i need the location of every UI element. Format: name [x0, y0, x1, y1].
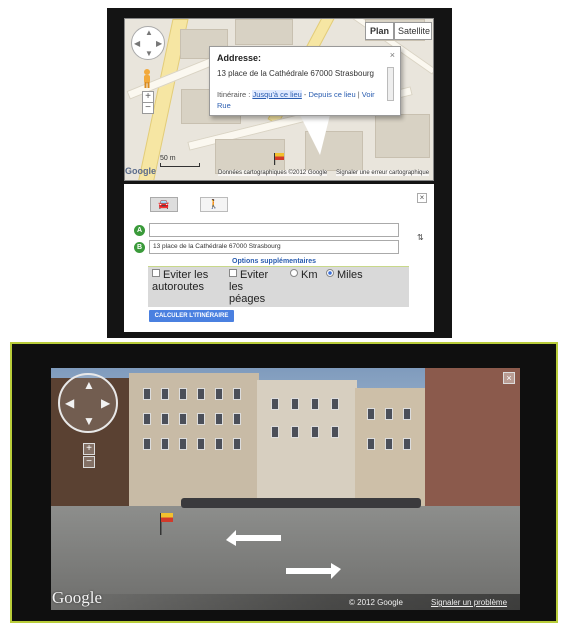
window [385, 408, 393, 420]
swap-waypoints-icon[interactable]: ⇅ [417, 233, 427, 243]
window [161, 413, 169, 425]
link-to-here[interactable]: Jusqu'à ce lieu [252, 90, 302, 99]
unit-km-option[interactable]: Km [290, 269, 318, 281]
close-icon[interactable]: × [390, 50, 395, 60]
map-building [235, 19, 293, 45]
avoid-highways-option[interactable]: Eviter les autoroutes [152, 269, 222, 293]
avoid-highways-checkbox[interactable] [152, 269, 160, 277]
nav-arrow-forward-icon[interactable] [281, 563, 341, 581]
streetview-close-button[interactable]: × [503, 372, 515, 384]
map-building [375, 114, 430, 158]
window [143, 388, 151, 400]
pan-up-icon[interactable]: ▲ [83, 379, 95, 391]
avoid-tolls-checkbox[interactable] [229, 269, 237, 277]
window [143, 413, 151, 425]
directions-close-button[interactable]: × [417, 193, 427, 203]
window [215, 438, 223, 450]
window [403, 408, 411, 420]
unit-km-label: Km [301, 269, 318, 281]
pan-down-icon[interactable]: ▼ [145, 50, 153, 58]
infowindow-pointer [300, 115, 330, 155]
window [215, 388, 223, 400]
flag-marker-icon[interactable] [159, 513, 175, 535]
google-logo: Google [125, 166, 156, 176]
unit-miles-option[interactable]: Miles [326, 269, 363, 281]
unit-miles-radio[interactable] [326, 269, 334, 277]
pan-right-icon[interactable]: ▶ [156, 40, 162, 48]
origin-input[interactable] [149, 223, 399, 237]
window [143, 438, 151, 450]
pan-left-icon[interactable]: ◀ [134, 40, 140, 48]
window [367, 408, 375, 420]
cathedral [425, 368, 520, 528]
window [291, 426, 299, 438]
maptype-satellite-button[interactable]: Satellite [394, 22, 432, 40]
pan-left-icon[interactable]: ◀ [65, 397, 74, 409]
window [161, 388, 169, 400]
marker-a-icon: A [134, 225, 145, 236]
options-link[interactable]: Options supplémentaires [232, 258, 316, 265]
window [311, 398, 319, 410]
window [197, 388, 205, 400]
window [179, 388, 187, 400]
avoid-highways-label: Eviter les autoroutes [152, 269, 209, 293]
pan-up-icon[interactable]: ▲ [145, 29, 153, 37]
itinerary-label: Itinéraire : [217, 90, 251, 99]
window [367, 438, 375, 450]
streetview-panorama[interactable] [51, 368, 520, 610]
unit-miles-label: Miles [337, 269, 363, 281]
pan-down-icon[interactable]: ▼ [83, 415, 95, 427]
window [271, 426, 279, 438]
calculate-route-button[interactable]: CALCULER L'ITINÉRAIRE [149, 310, 234, 322]
car-icon[interactable]: 🚘 [150, 197, 178, 212]
window [291, 398, 299, 410]
infowindow-address: 13 place de la Cathédrale 67000 Strasbou… [217, 69, 374, 78]
pan-right-icon[interactable]: ▶ [101, 397, 110, 409]
flag-marker-icon[interactable] [273, 153, 285, 165]
window [179, 413, 187, 425]
streetview-report-link[interactable]: Signaler un problème [431, 598, 507, 607]
window [403, 438, 411, 450]
streetview-google-logo: Google [52, 588, 103, 607]
window [385, 438, 393, 450]
map-report-link[interactable]: Signaler une erreur cartographique [336, 170, 430, 176]
window [197, 413, 205, 425]
unit-km-radio[interactable] [290, 269, 298, 277]
parked-cars [181, 498, 421, 508]
link-view[interactable]: Voir [362, 90, 375, 99]
nav-arrow-back-icon[interactable] [226, 528, 286, 546]
map-scale-bar [160, 163, 200, 167]
map-credit: Données cartographiques ©2012 Google [218, 170, 328, 176]
marker-b-icon: B [134, 242, 145, 253]
maptype-plan-button[interactable]: Plan [365, 22, 394, 40]
infowindow-title: Addresse: [217, 53, 262, 63]
streetview-copyright: © 2012 Google [349, 598, 403, 607]
link-from-here[interactable]: Depuis ce lieu [309, 90, 356, 99]
window [271, 398, 279, 410]
infowindow: Addresse: 13 place de la Cathédrale 6700… [209, 46, 401, 116]
window [311, 426, 319, 438]
window [331, 398, 339, 410]
pan-control[interactable]: ▲ ▼ ◀ ▶ [131, 26, 165, 60]
window [331, 426, 339, 438]
window [233, 388, 241, 400]
streetview-pan-control[interactable]: ▲ ▼ ◀ ▶ [58, 373, 118, 433]
window [233, 413, 241, 425]
window [215, 413, 223, 425]
map-scale-label: 50 m [160, 155, 176, 162]
pegman-icon[interactable] [141, 68, 153, 88]
link-view-rue[interactable]: Rue [217, 101, 231, 110]
window [233, 438, 241, 450]
walk-icon[interactable]: 🚶 [200, 197, 228, 212]
window [179, 438, 187, 450]
infowindow-itinerary: Itinéraire : Jusqu'à ce lieu - Depuis ce… [217, 90, 375, 110]
window [197, 438, 205, 450]
streetview-zoom-in-button[interactable]: + [83, 443, 95, 455]
map-zoom-out-button[interactable]: − [142, 102, 154, 114]
destination-input[interactable]: 13 place de la Cathédrale 67000 Strasbou… [149, 240, 399, 254]
avoid-tolls-option[interactable]: Eviter les péages [229, 269, 281, 305]
streetview-zoom-out-button[interactable]: − [83, 456, 95, 468]
window [161, 438, 169, 450]
